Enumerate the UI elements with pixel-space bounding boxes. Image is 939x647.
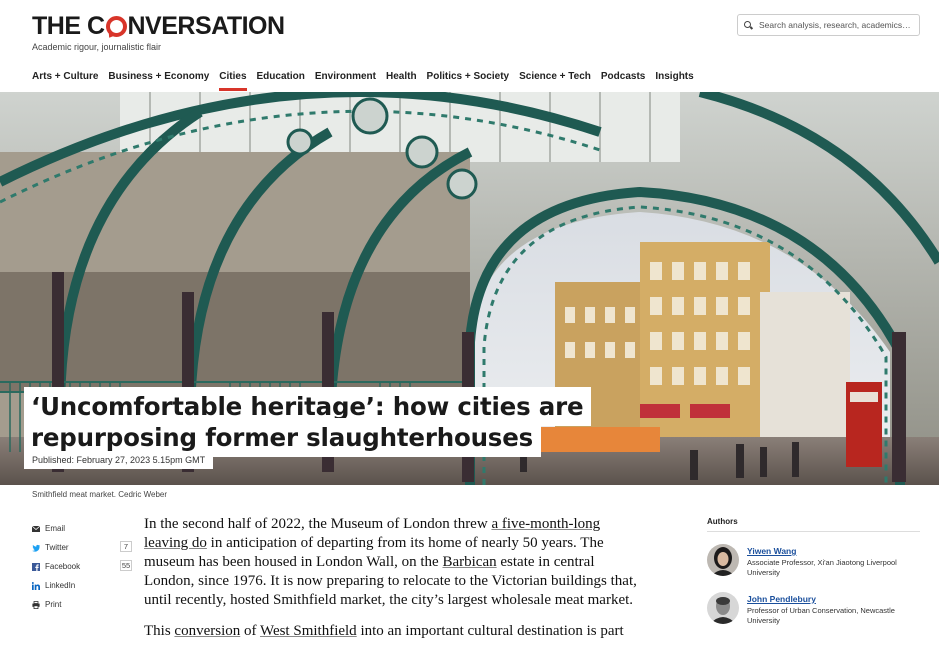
share-linkedin[interactable]: LinkedIn	[32, 576, 132, 595]
site-logo[interactable]: THE C NVERSATION	[32, 12, 285, 41]
author-name-link[interactable]: Yiwen Wang	[747, 546, 920, 556]
site-header: THE C NVERSATION Academic rigour, journal…	[0, 0, 939, 92]
logo-text-end: NVERSATION	[127, 12, 286, 40]
author-role: Professor of Urban Conservation, Newcast…	[747, 606, 895, 625]
paragraph-text: This	[144, 623, 175, 639]
article-paragraph: In the second half of 2022, the Museum o…	[144, 515, 644, 610]
authors-heading: Authors	[707, 517, 920, 532]
author-card: John Pendlebury Professor of Urban Conse…	[707, 592, 920, 628]
authors-panel: Authors Yiwen Wang Associate Professor, …	[707, 517, 920, 628]
logo-text-start: THE C	[32, 12, 105, 40]
site-tagline: Academic rigour, journalistic flair	[32, 42, 162, 52]
twitter-share-count: 7	[120, 541, 132, 552]
author-name-link[interactable]: John Pendlebury	[747, 594, 920, 604]
share-email-label: Email	[45, 524, 66, 533]
author-card: Yiwen Wang Associate Professor, Xi'an Ji…	[707, 544, 920, 580]
share-print-label: Print	[45, 600, 62, 609]
nav-item-cities[interactable]: Cities	[219, 71, 247, 91]
nav-item-business-economy[interactable]: Business + Economy	[108, 71, 209, 91]
share-print[interactable]: Print	[32, 595, 132, 614]
article-paragraph: This conversion of West Smithfield into …	[144, 622, 644, 641]
link-west-smithfield[interactable]: West Smithfield	[260, 623, 357, 639]
nav-item-environment[interactable]: Environment	[315, 71, 376, 91]
share-linkedin-label: LinkedIn	[45, 581, 76, 590]
link-barbican[interactable]: Barbican	[442, 554, 496, 570]
author-info: John Pendlebury Professor of Urban Conse…	[747, 592, 920, 628]
nav-item-science-tech[interactable]: Science + Tech	[519, 71, 591, 91]
author-info: Yiwen Wang Associate Professor, Xi'an Ji…	[747, 544, 920, 580]
paragraph-text: In the second half of 2022, the Museum o…	[144, 516, 492, 532]
linkedin-icon	[32, 581, 40, 590]
published-date: Published: February 27, 2023 5.15pm GMT	[24, 452, 214, 469]
nav-item-education[interactable]: Education	[257, 71, 305, 91]
logo-speech-bubble-icon	[105, 16, 127, 37]
nav-item-insights[interactable]: Insights	[655, 71, 693, 91]
share-tools: Email Twitter 7 Facebook 55 LinkedIn Pri…	[32, 519, 132, 614]
printer-icon	[32, 600, 40, 609]
share-twitter-label: Twitter	[45, 543, 69, 552]
search-icon	[744, 20, 753, 30]
search-box[interactable]	[737, 14, 920, 36]
nav-item-podcasts[interactable]: Podcasts	[601, 71, 645, 91]
share-twitter[interactable]: Twitter 7	[32, 538, 132, 557]
share-facebook-label: Facebook	[45, 562, 81, 571]
paragraph-text: of	[240, 623, 260, 639]
nav-item-politics-society[interactable]: Politics + Society	[427, 71, 510, 91]
article-body: In the second half of 2022, the Museum o…	[144, 515, 644, 647]
nav-item-health[interactable]: Health	[386, 71, 417, 91]
search-input[interactable]	[759, 20, 919, 30]
paragraph-text: into an important cultural destination i…	[356, 623, 624, 639]
link-conversion[interactable]: conversion	[174, 623, 240, 639]
envelope-icon	[32, 525, 40, 532]
image-caption: Smithfield meat market. Cedric Weber	[32, 490, 168, 499]
avatar[interactable]	[707, 544, 739, 576]
article-title-line2: repurposing former slaughterhouses	[31, 423, 533, 452]
nav-item-arts-culture[interactable]: Arts + Culture	[32, 71, 98, 91]
facebook-icon	[32, 562, 40, 571]
facebook-share-count: 55	[120, 560, 132, 571]
section-nav: Arts + Culture Business + Economy Cities…	[32, 71, 704, 91]
twitter-bird-icon	[32, 544, 40, 552]
author-role: Associate Professor, Xi'an Jiaotong Live…	[747, 558, 897, 577]
share-email[interactable]: Email	[32, 519, 132, 538]
avatar[interactable]	[707, 592, 739, 624]
share-facebook[interactable]: Facebook 55	[32, 557, 132, 576]
